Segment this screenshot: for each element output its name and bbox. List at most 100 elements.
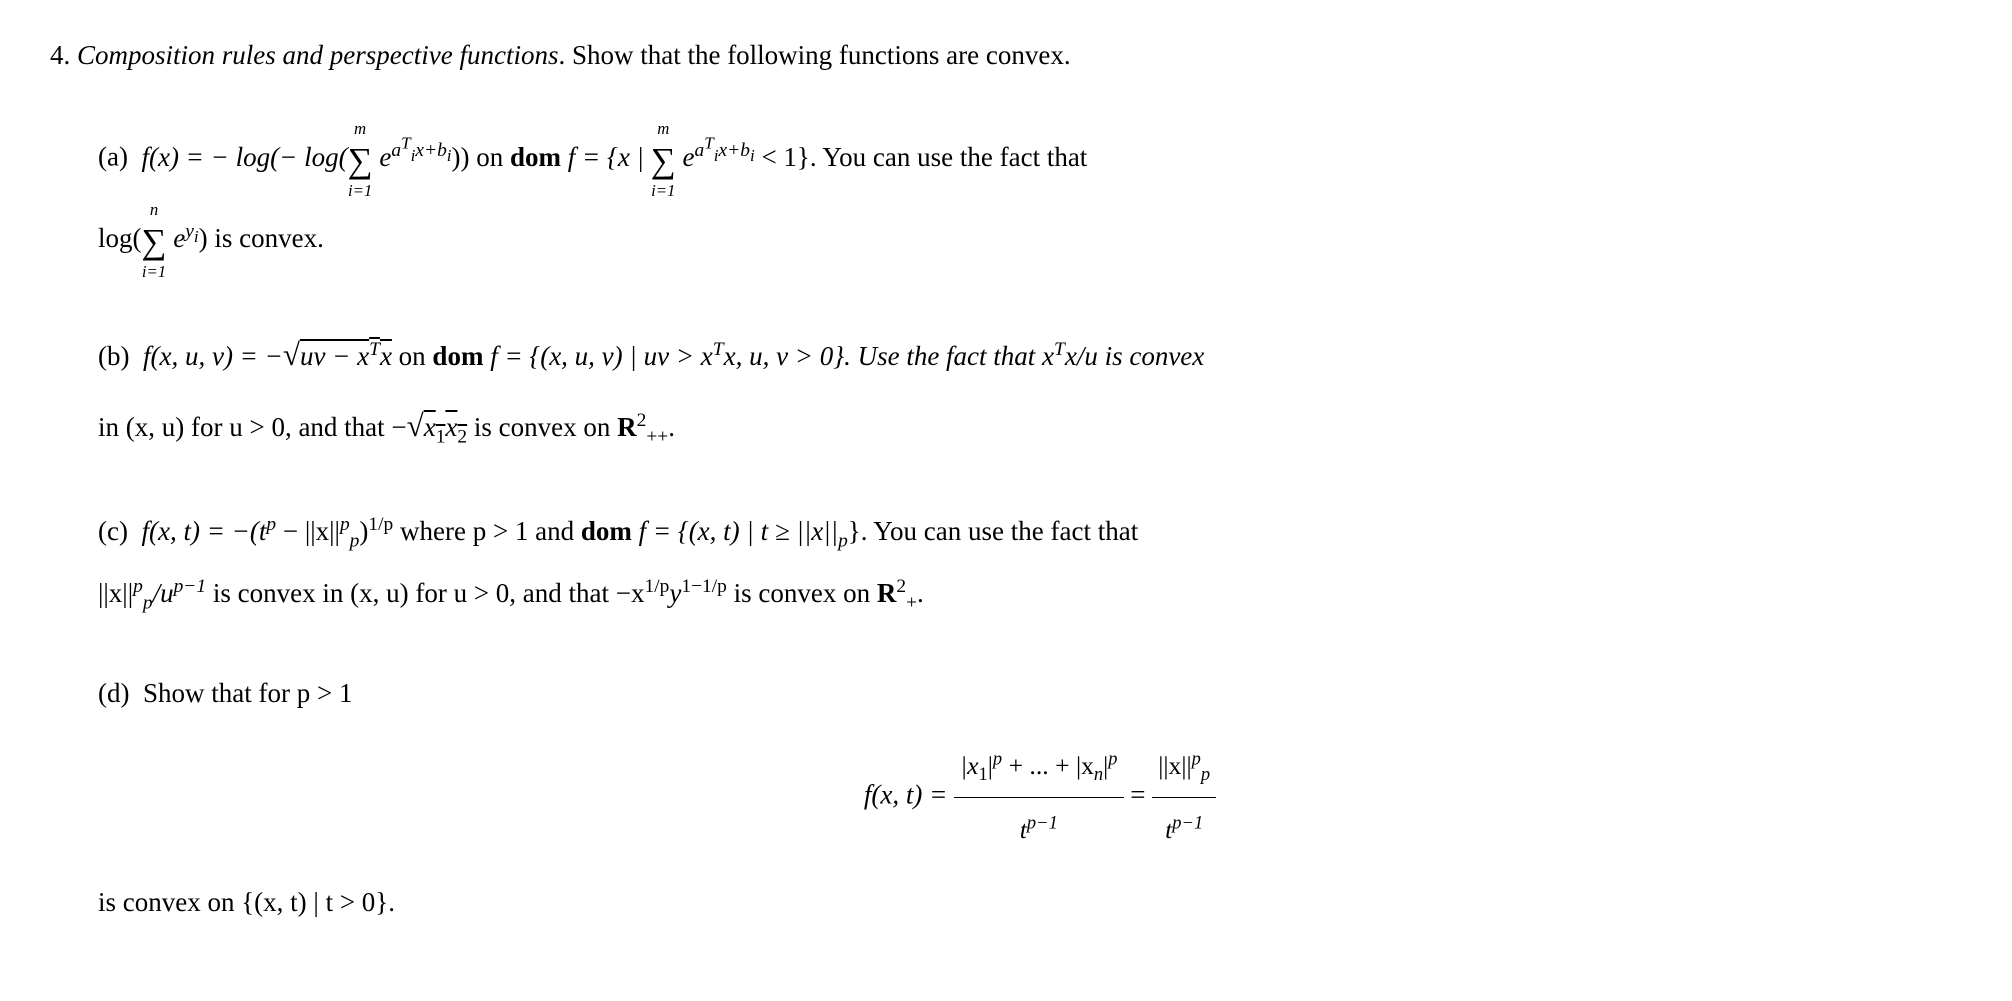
c-normp-sup: p [340,514,350,535]
a-exp3-y: y [185,221,194,242]
b-l2-tail: is convex on [467,412,617,442]
b-sqrt-x: x [380,341,392,371]
c-l2e: is convex on [727,578,877,608]
c-domp: p [838,530,848,551]
c-domtail: }. You can use the fact that [848,516,1138,546]
b-R-pp: ++ [646,427,668,448]
c-R: R [877,578,897,608]
c-l2-sub: p [143,592,153,613]
d-tail: is convex on {(x, t) | t > 0}. [98,887,395,917]
b-l2-lead: in (x, u) for u > 0, and that − [98,412,407,442]
c-l2-sup: p [133,576,143,597]
c-l2-pm1: p−1 [174,576,207,597]
subpart-b: (b) f(x, u, v) = −√uv − xTx on dom f = {… [98,319,1982,462]
part-c-line2: ||x||pp/up−1 is convex in (x, u) for u >… [98,578,924,608]
subpart-d: (d) Show that for p > 1 f(x, t) = |x1|p … [98,662,1982,933]
a-exp-a: a [391,140,401,161]
sqrt-icon: √ [407,408,424,443]
c-where: where p > 1 and [393,516,581,546]
c-l2d: y [669,578,681,608]
c-lead: f(x, t) = −(t [141,516,266,546]
d-pm1-2: p−1 [1172,812,1203,832]
b-sqrt-body: uv − x [300,341,369,371]
b-domset: f = {(x, u, v) | uv > x [483,341,712,371]
b-dom-T: T [713,339,724,360]
subpart-d-label: (d) [98,678,129,708]
subpart-a: (a) f(x) = − log(− log(m∑i=1 eaTix+bi)) … [98,119,1982,280]
d-p1: p [993,748,1002,768]
a-l2-log: log( [98,223,142,253]
b-dom-tail: x, u, v > 0}. Use the fact that x [724,341,1054,371]
problem-title-rest: . Show that the following functions are … [558,40,1070,70]
c-R2: 2 [896,576,906,597]
d-fraction-1: |x1|p + ... + |xn|p tp−1 [954,736,1123,859]
c-l2a: ||x|| [98,578,133,608]
b-fact-tail: x/u is convex [1065,341,1204,371]
b-R-2: 2 [637,410,647,431]
b-fact-T: T [1054,339,1065,360]
d-norm: ||x|| [1158,751,1191,780]
d-n: n [1094,764,1103,784]
d-1: 1 [979,764,988,784]
b-sqrt-T: T [369,339,380,360]
c-domset: f = {(x, t) | t ≥ ||x|| [632,516,838,546]
c-dom: dom [581,516,632,546]
b-s2-1: 1 [436,427,446,448]
a-exp2-xb: x+b [718,140,749,161]
d-frac2-den: tp−1 [1152,798,1216,859]
c-1p: 1/p [368,514,393,535]
d-p2: p [1108,748,1117,768]
subpart-b-label: (b) [98,341,129,371]
sqrt-icon: √ [283,337,300,372]
c-Rp: + [906,592,917,613]
part-a-line1: f(x) = − log(− log(m∑i=1 eaTix+bi)) on d… [141,142,1087,172]
d-norm-sub: p [1201,764,1210,784]
a-fx: f(x) = − log(− log( [141,142,347,172]
d-x: |x [960,751,978,780]
d-frac1-den: tp−1 [954,798,1123,859]
d-lead: Show that for p > 1 [143,678,352,708]
d-fx: f(x, t) = [864,780,954,810]
subpart-c-label: (c) [98,516,128,546]
a-sum2: m∑i=1 [651,119,676,200]
a-l2-tail: ) is convex. [199,223,324,253]
b-R: R [617,412,637,442]
d-norm-sup: p [1192,748,1201,768]
a-sum3: n∑i=1 [142,200,167,281]
d-eq: = [1130,780,1152,810]
c-normp-sub: p [350,530,360,551]
problem-number: 4. [50,40,70,70]
d-frac1-num: |x1|p + ... + |xn|p [954,736,1123,798]
c-l2-1p: 1/p [645,576,670,597]
b-period: . [668,412,675,442]
b-fx: f(x, u, v) = − [143,341,283,371]
subparts-list: (a) f(x) = − log(− log(m∑i=1 eaTix+bi)) … [50,119,1982,933]
a-lt1: < 1}. You can use the fact that [755,142,1088,172]
part-a-line2: log(n∑i=1 eyi) is convex. [98,223,324,253]
a-exp2-T: T [704,133,714,152]
part-c-line1: f(x, t) = −(tp − ||x||pp)1/p where p > 1… [141,516,1138,546]
c-l2b: /u [153,578,174,608]
a-sum3-bot: i=1 [142,253,166,291]
d-pm1: p−1 [1027,812,1058,832]
d-frac2-num: ||x||pp [1152,736,1216,798]
b-s2-2: 2 [457,427,467,448]
problem-title-italic: Composition rules and perspective functi… [77,40,558,70]
c-period: . [917,578,924,608]
subpart-c: (c) f(x, t) = −(tp − ||x||pp)1/p where p… [98,500,1982,624]
part-b-line1: f(x, u, v) = −√uv − xTx on dom f = {(x, … [143,341,1204,371]
c-l2c: is convex in (x, u) for u > 0, and that … [206,578,644,608]
subpart-a-label: (a) [98,142,128,172]
c-tp: p [266,514,276,535]
b-s2-x1: x [424,412,436,442]
part-b-line2: in (x, u) for u > 0, and that −√x1x2 is … [98,412,675,442]
a-exp2-a: a [694,140,704,161]
a-sum1-bot: i=1 [348,172,372,210]
d-plus: + ... + |x [1002,751,1094,780]
d-display-equation: f(x, t) = |x1|p + ... + |xn|p tp−1 = ||x… [98,736,1982,859]
a-dom: dom [510,142,561,172]
a-sum1: m∑i=1 [348,119,373,200]
b-s2-x2: x [445,412,457,442]
a-on: )) on [452,142,510,172]
b-on: on [392,341,433,371]
